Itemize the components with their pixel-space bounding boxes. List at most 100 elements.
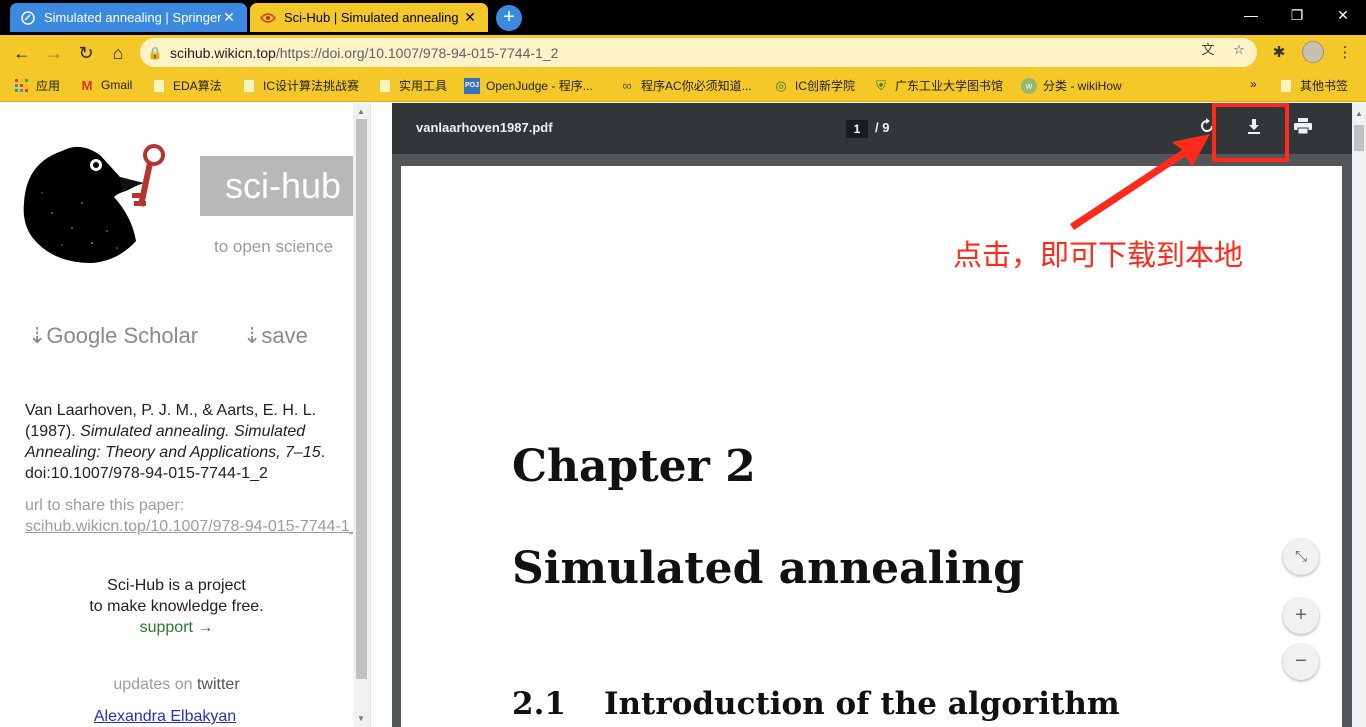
scroll-down-icon[interactable]: ▼ xyxy=(357,714,365,723)
zoom-out-button[interactable]: − xyxy=(1283,644,1319,680)
pdf-viewer: vanlaarhoven1987.pdf 1 / 9 Chapter 2 Sim… xyxy=(392,103,1366,727)
scihub-raven-logo[interactable] xyxy=(22,133,184,265)
bookmark-label: 程序AC你必须知道... xyxy=(641,79,752,93)
bookmark-openjudge[interactable]: POJ OpenJudge - 程序... xyxy=(464,77,593,94)
tab-close-icon[interactable]: ✕ xyxy=(221,9,237,26)
tab-springer[interactable]: Simulated annealing | Springer ✕ xyxy=(10,3,247,32)
poj-icon: POJ xyxy=(464,77,480,94)
scrollbar-thumb[interactable] xyxy=(356,119,367,679)
bookmark-eda[interactable]: EDA算法 xyxy=(153,77,222,94)
zoom-in-button[interactable]: + xyxy=(1283,598,1319,634)
folder-icon xyxy=(1280,78,1292,93)
updates-text: updates on twitter xyxy=(0,676,353,694)
bookmark-label: 实用工具 xyxy=(399,79,448,93)
frame-divider xyxy=(370,103,392,727)
scroll-up-icon[interactable]: ▲ xyxy=(1355,109,1363,118)
back-arrow-icon[interactable]: ← xyxy=(8,39,36,67)
bookmark-label: OpenJudge - 程序... xyxy=(486,79,593,93)
share-url-link[interactable]: scihub.wikicn.top/10.1007/978-94-015-774… xyxy=(25,518,355,536)
address-bar[interactable]: 🔒 scihub.wikicn.top/https://doi.org/10.1… xyxy=(140,38,1257,67)
folder-icon xyxy=(379,78,391,93)
apps-grid-icon xyxy=(14,78,30,94)
pdf-filename: vanlaarhoven1987.pdf xyxy=(416,120,553,135)
updates-prefix: updates on xyxy=(113,676,197,693)
translate-icon[interactable]: 文 xyxy=(1200,42,1216,58)
project-text: Sci-Hub is a project to make knowledge f… xyxy=(0,575,353,638)
bookmark-label: 其他书签 xyxy=(1300,79,1349,93)
support-link[interactable]: support → xyxy=(0,617,353,638)
project-line-2: to make knowledge free. xyxy=(89,598,264,615)
bookmark-tools[interactable]: 实用工具 xyxy=(379,77,447,94)
scihub-tagline: to open science xyxy=(214,237,334,256)
bookmark-gmail[interactable]: M Gmail xyxy=(79,77,133,93)
tab-close-icon[interactable]: ✕ xyxy=(462,9,478,26)
scroll-up-icon[interactable]: ▲ xyxy=(357,107,365,116)
print-icon[interactable] xyxy=(1291,117,1315,141)
tab-scihub[interactable]: Sci-Hub | Simulated annealing ✕ xyxy=(250,3,488,32)
bookmark-label: 应用 xyxy=(36,79,61,93)
new-tab-button[interactable]: + xyxy=(496,5,522,31)
bookmark-ic-institute[interactable]: ◎ IC创新学院 xyxy=(773,77,855,94)
tab-strip: Simulated annealing | Springer ✕ Sci-Hub… xyxy=(0,0,1366,35)
extensions-puzzle-icon[interactable]: ✱ xyxy=(1268,42,1290,64)
chapter-heading: Chapter 2 xyxy=(512,441,756,492)
bookmark-library[interactable]: ⛨ 广东工业大学图书馆 xyxy=(873,77,1003,94)
annotation-text: 点击，即可下载到本地 xyxy=(953,238,1244,272)
springer-favicon-icon xyxy=(20,10,36,26)
scihub-favicon-icon xyxy=(260,10,276,26)
bookmark-wikihow[interactable]: w 分类 - wikiHow xyxy=(1021,77,1122,94)
citation: Van Laarhoven, P. J. M., & Aarts, E. H. … xyxy=(25,400,345,484)
bookmarks-bar: 应用 M Gmail EDA算法 IC设计算法挑战赛 实用工具 POJ Open… xyxy=(0,70,1366,102)
bookmark-label: Gmail xyxy=(101,78,133,92)
folder-icon xyxy=(153,78,165,93)
project-line-1: Sci-Hub is a project xyxy=(107,577,246,594)
share-label: url to share this paper: xyxy=(25,497,185,514)
globe-icon: ◎ xyxy=(775,77,787,93)
page-total: / 9 xyxy=(875,120,890,135)
bookmark-ic-challenge[interactable]: IC设计算法挑战赛 xyxy=(243,77,359,94)
maximize-button[interactable]: ❐ xyxy=(1274,0,1320,32)
author-link[interactable]: Alexandra Elbakyan xyxy=(0,708,330,726)
bookmark-label: EDA算法 xyxy=(173,79,222,93)
close-window-button[interactable]: ✕ xyxy=(1320,0,1366,32)
scrollbar-thumb[interactable] xyxy=(1354,125,1364,151)
save-link[interactable]: ⇣save xyxy=(243,323,308,349)
url-path: /https://doi.org/10.1007/978-94-015-7744… xyxy=(275,44,559,61)
bookmark-label: IC创新学院 xyxy=(795,79,856,93)
twitter-link[interactable]: twitter xyxy=(197,676,240,693)
browser-toolbar: ← → ↻ ⌂ 🔒 scihub.wikicn.top/https://doi.… xyxy=(0,35,1366,70)
scihub-panel: sci-hub to open science ⇣Google Scholar … xyxy=(0,103,370,727)
lock-icon[interactable]: 🔒 xyxy=(140,46,170,60)
home-icon[interactable]: ⌂ xyxy=(104,39,132,67)
minimize-button[interactable]: — xyxy=(1228,0,1274,32)
profile-avatar[interactable] xyxy=(1302,41,1324,63)
bookmarks-overflow-button[interactable]: » xyxy=(1250,77,1257,91)
fit-page-button[interactable]: ⤡ xyxy=(1283,539,1319,575)
section-number: 2.1 xyxy=(512,686,566,722)
forward-arrow-icon[interactable]: → xyxy=(40,39,68,67)
menu-kebab-icon[interactable]: ⋮ xyxy=(1334,42,1356,64)
link-icon: ∞ xyxy=(622,78,632,93)
reload-icon[interactable]: ↻ xyxy=(72,39,100,67)
bookmark-apps[interactable]: 应用 xyxy=(14,77,60,94)
tab-title: Simulated annealing | Springer xyxy=(44,10,221,25)
tab-title: Sci-Hub | Simulated annealing xyxy=(284,10,459,25)
pdf-scrollbar[interactable]: ▲ xyxy=(1352,103,1366,727)
scihub-brand[interactable]: sci-hub xyxy=(200,156,353,216)
section-heading: 2.1 Introduction of the algorithm xyxy=(512,686,1120,722)
other-bookmarks[interactable]: 其他书签 xyxy=(1280,77,1348,94)
url-host: scihub.wikicn.top xyxy=(170,44,276,61)
google-scholar-link[interactable]: ⇣Google Scholar xyxy=(28,323,198,349)
gmail-icon: M xyxy=(81,77,93,93)
chapter-title: Simulated annealing xyxy=(512,543,1024,594)
wikihow-icon: w xyxy=(1021,77,1037,94)
bookmark-star-icon[interactable]: ☆ xyxy=(1231,42,1247,58)
download-highlight-box xyxy=(1212,103,1289,162)
library-icon: ⛨ xyxy=(876,77,886,93)
page-number-input[interactable]: 1 xyxy=(846,120,868,138)
bookmark-label: 广东工业大学图书馆 xyxy=(895,79,1004,93)
bookmark-label: IC设计算法挑战赛 xyxy=(263,79,360,93)
bookmark-ac[interactable]: ∞ 程序AC你必须知道... xyxy=(619,77,752,94)
bookmark-label: 分类 - wikiHow xyxy=(1043,79,1122,93)
left-scrollbar[interactable]: ▲ ▼ xyxy=(353,103,370,727)
